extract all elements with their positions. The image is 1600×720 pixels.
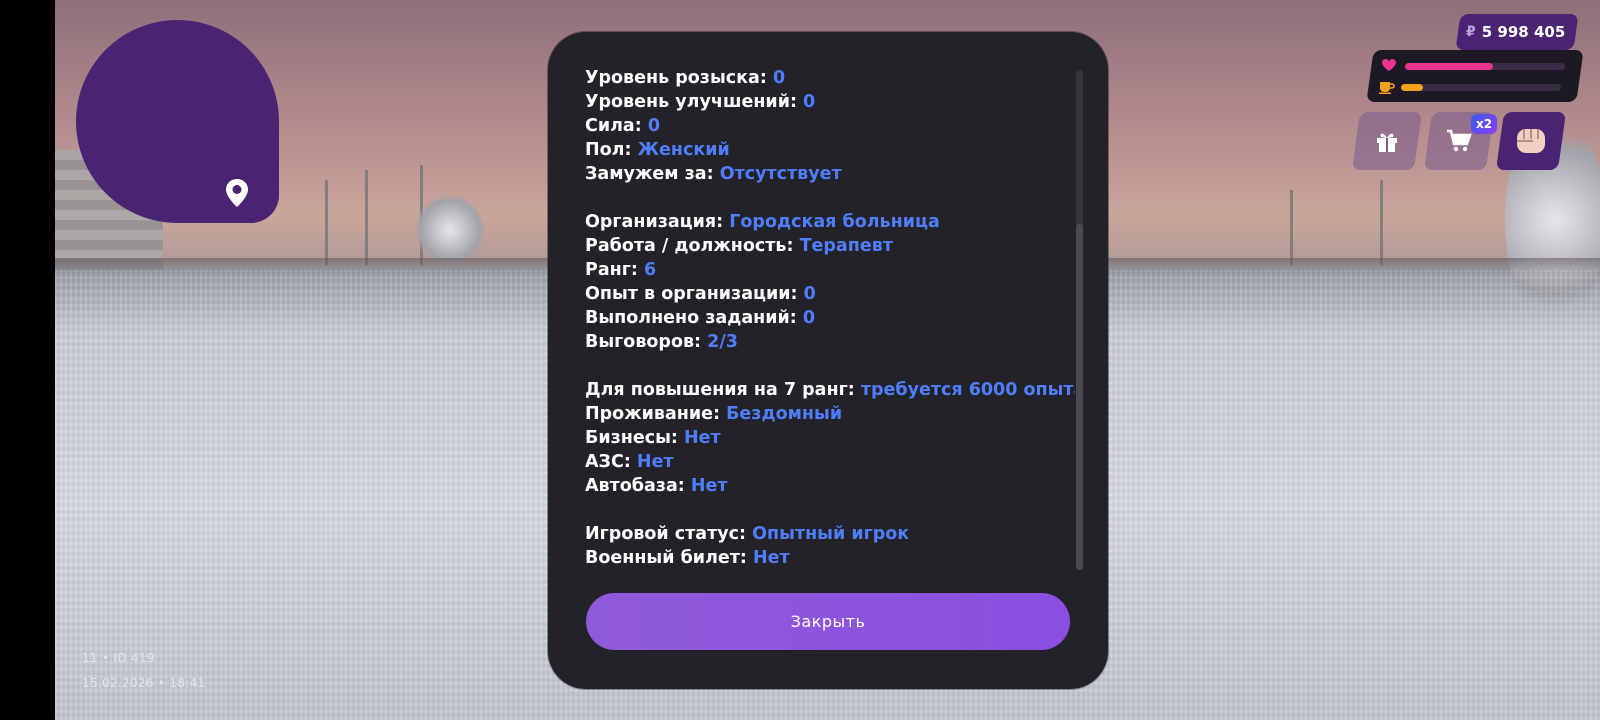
money-display: ₽ 5 998 405 bbox=[1466, 14, 1576, 50]
gift-button[interactable] bbox=[1351, 112, 1423, 170]
coffee-cup-icon bbox=[1379, 82, 1395, 94]
cart-badge: x2 bbox=[1471, 114, 1497, 134]
street-lamp bbox=[325, 180, 328, 265]
stat-label: Автобаза: bbox=[585, 476, 685, 496]
scrollbar-thumb[interactable] bbox=[1076, 224, 1083, 570]
stat-row: Выполнено заданий: 0 bbox=[585, 306, 1075, 330]
street-lamp bbox=[1290, 190, 1293, 265]
snowy-tree bbox=[415, 195, 485, 265]
stat-label: Уровень улучшений: bbox=[585, 92, 797, 112]
stat-label: АЗС: bbox=[585, 452, 631, 472]
stat-row: Для повышения на 7 ранг: требуется 6000 … bbox=[585, 378, 1075, 402]
cart-icon bbox=[1447, 129, 1472, 152]
stat-label: Проживание: bbox=[585, 404, 720, 424]
hunger-bar-fill bbox=[1401, 84, 1424, 91]
stat-value: 0 bbox=[803, 284, 816, 304]
stat-row: Уровень улучшений: 0 bbox=[585, 90, 1075, 114]
hunger-bar bbox=[1401, 84, 1561, 91]
stat-value: 0 bbox=[647, 116, 661, 136]
street-lamp bbox=[365, 170, 368, 265]
stat-row: Пол: Женский bbox=[585, 138, 1075, 162]
stats-list: Уровень розыска: 0 Уровень улучшений: 0 Си… bbox=[585, 66, 1075, 606]
stat-label: Для повышения на 7 ранг: bbox=[585, 380, 855, 400]
date-time-text: 15.02.2026 • 18:41 bbox=[82, 676, 206, 690]
stat-value: 2/3 bbox=[707, 332, 738, 352]
stat-row: Опыт в организации: 0 bbox=[585, 282, 1075, 306]
close-button[interactable]: Закрыть bbox=[586, 593, 1070, 650]
stat-label: Опыт в организации: bbox=[585, 284, 798, 304]
stat-row: Организация: Городская больница bbox=[585, 210, 1075, 234]
stat-row: Бизнесы: Нет bbox=[585, 426, 1075, 450]
stat-value: 0 bbox=[772, 68, 786, 88]
stat-value: Терапевт bbox=[799, 236, 893, 256]
stat-label: Пол: bbox=[585, 140, 632, 160]
stats-panel bbox=[1366, 50, 1584, 102]
stat-value: Бездомный bbox=[726, 404, 843, 424]
stat-value: Отсутствует bbox=[719, 164, 842, 184]
stat-value: Нет bbox=[684, 428, 721, 448]
stat-label: Ранг: bbox=[585, 260, 638, 280]
stat-label: Замужем за: bbox=[585, 164, 714, 184]
stat-value: Нет bbox=[690, 476, 728, 496]
stat-row: Ранг: 6 bbox=[585, 258, 1075, 282]
stat-value: 6 bbox=[643, 260, 657, 280]
stat-label: Выговоров: bbox=[585, 332, 702, 352]
stat-value: требуется 6000 опыта bbox=[860, 380, 1075, 400]
stat-row: Автобаза: Нет bbox=[585, 474, 1075, 498]
stat-row: Уровень розыска: 0 bbox=[585, 66, 1075, 90]
stat-row: Игровой статус: Опытный игрок bbox=[585, 522, 1075, 546]
stat-row: Выговоров: 2/3 bbox=[585, 330, 1075, 354]
gift-icon bbox=[1377, 133, 1397, 152]
server-id-text: 11 • ID 419 bbox=[82, 651, 155, 665]
character-stats-dialog: Уровень розыска: 0 Уровень улучшений: 0 Си… bbox=[548, 32, 1108, 689]
stat-label: Выполнено заданий: bbox=[585, 308, 797, 328]
stat-value: Женский bbox=[637, 140, 730, 160]
stat-row: Проживание: Бездомный bbox=[585, 402, 1075, 426]
stat-label: Уровень розыска: bbox=[585, 68, 767, 88]
stat-value: Городская больница bbox=[729, 212, 940, 232]
fist-button[interactable] bbox=[1495, 112, 1567, 170]
stat-value: Опытный игрок bbox=[752, 524, 910, 544]
stat-row: Сила: 0 bbox=[585, 114, 1075, 138]
stat-label: Игровой статус: bbox=[585, 524, 747, 544]
stat-label: Работа / должность: bbox=[585, 236, 794, 256]
stat-label: Бизнесы: bbox=[585, 428, 678, 448]
stat-row: АЗС: Нет bbox=[585, 450, 1075, 474]
heart-icon bbox=[1382, 59, 1396, 71]
stat-value: 0 bbox=[802, 308, 816, 328]
stat-row: Замужем за: Отсутствует bbox=[585, 162, 1075, 186]
health-bar bbox=[1405, 63, 1565, 70]
money-amount: 5 998 405 bbox=[1481, 23, 1566, 41]
stat-row: Работа / должность: Терапевт bbox=[585, 234, 1075, 258]
stat-value: Нет bbox=[636, 452, 674, 472]
location-pin-icon bbox=[226, 179, 248, 207]
health-bar-fill bbox=[1405, 63, 1493, 70]
stat-label: Организация: bbox=[585, 212, 724, 232]
street-lamp bbox=[1380, 180, 1383, 265]
stat-label: Военный билет: bbox=[585, 548, 747, 568]
fist-icon bbox=[1517, 129, 1545, 153]
scrollbar[interactable] bbox=[1076, 70, 1083, 570]
ruble-icon: ₽ bbox=[1466, 24, 1476, 40]
stat-value: 0 bbox=[803, 92, 816, 112]
stat-label: Сила: bbox=[585, 116, 642, 136]
stat-row: Военный билет: Нет bbox=[585, 546, 1075, 570]
stat-value: Нет bbox=[753, 548, 790, 568]
